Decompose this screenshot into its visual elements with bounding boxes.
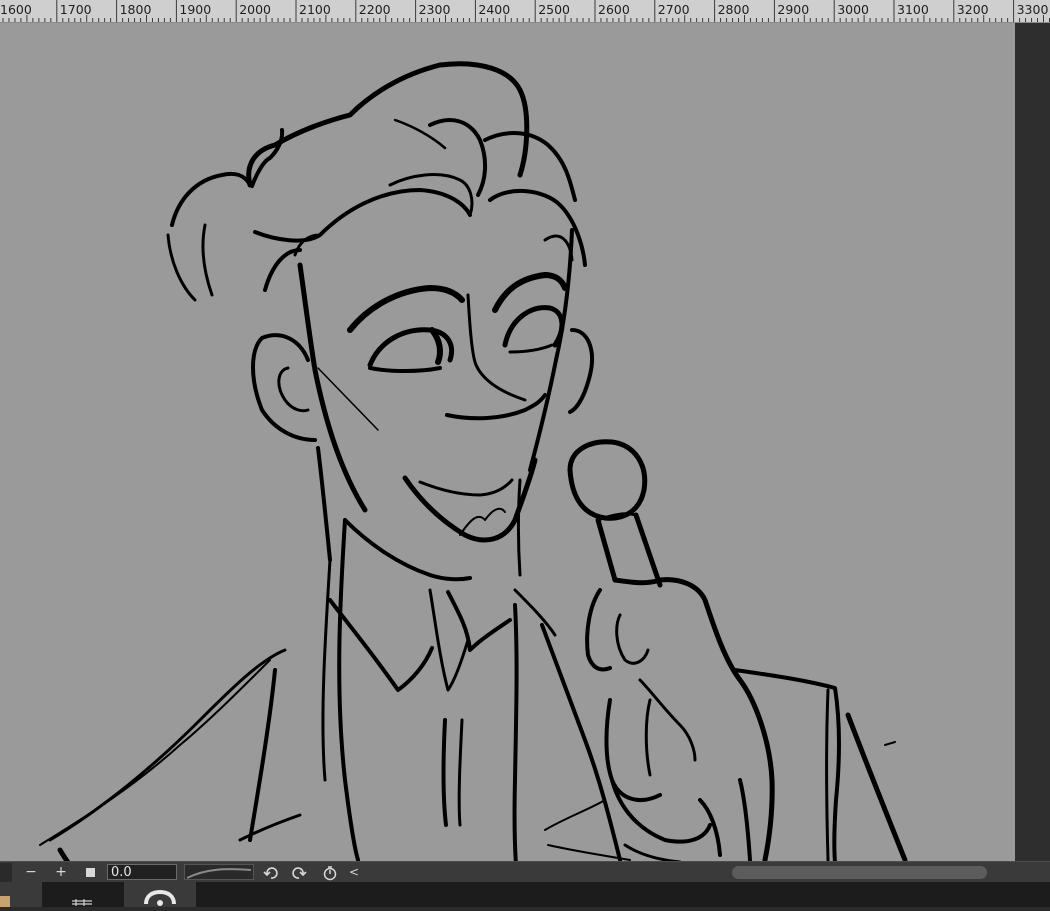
bar-left-edge [0, 863, 12, 882]
square-icon [86, 868, 95, 877]
sketch-artwork [39, 61, 908, 861]
taskbar-app-thumbnail[interactable] [0, 882, 42, 907]
ruler-label: 2900 [777, 2, 810, 17]
ruler-label: 1900 [179, 2, 212, 17]
rotation-slider-field[interactable] [184, 864, 254, 880]
ruler-label: 2400 [478, 2, 511, 17]
rotate-right-button[interactable] [290, 863, 308, 882]
reset-rotation-button[interactable] [320, 863, 340, 882]
ruler-label: 2600 [598, 2, 630, 17]
zoom-in-button[interactable]: + [52, 863, 70, 882]
ruler-label: 3300 [1016, 2, 1049, 17]
taskbar-active-app[interactable] [124, 882, 196, 907]
fit-square-icon[interactable] [82, 863, 100, 882]
ruler-label: 1800 [119, 2, 152, 17]
reset-rotation-icon [323, 866, 337, 881]
redo-rotate-icon [292, 867, 307, 879]
ruler-label: 1700 [59, 2, 92, 17]
zoom-out-button[interactable]: − [22, 863, 40, 882]
taskbar-ruler-app[interactable] [64, 882, 98, 907]
ruler-ticks [2, 0, 1050, 22]
drawing-canvas[interactable] [0, 23, 1015, 861]
ruler-label: 2100 [299, 2, 331, 17]
ruler-app-icon [72, 899, 92, 906]
vertical-scrollbar[interactable] [1015, 23, 1050, 861]
ruler-label: 2300 [418, 2, 451, 17]
clip-studio-icon [144, 889, 176, 906]
canvas-bottom-bar: − + 0.0 < [0, 861, 1050, 883]
ruler-label: 3100 [897, 2, 929, 17]
rotate-left-button[interactable] [262, 863, 280, 882]
ruler-label: 2500 [538, 2, 570, 17]
ruler-label: 3000 [837, 2, 869, 17]
zoom-value-field[interactable]: 0.0 [107, 864, 177, 880]
ruler-label: 2700 [657, 2, 690, 17]
ruler-label: 1600 [0, 2, 32, 17]
ruler-label: 3200 [956, 2, 989, 17]
ruler-label: 2800 [717, 2, 750, 17]
rotation-slider-track [186, 868, 252, 879]
app-thumbnail-icon [0, 896, 10, 907]
ruler-label: 2200 [358, 2, 391, 17]
collapse-chevron-icon[interactable]: < [346, 863, 362, 882]
os-taskbar [0, 882, 1050, 907]
undo-rotate-icon [263, 867, 278, 879]
horizontal-scrollbar-thumb[interactable] [732, 866, 987, 879]
horizontal-ruler[interactable]: 1600 1700 1800 1900 2000 2100 2200 2300 2400 2500… [0, 0, 1050, 23]
ruler-label: 2000 [239, 2, 271, 17]
